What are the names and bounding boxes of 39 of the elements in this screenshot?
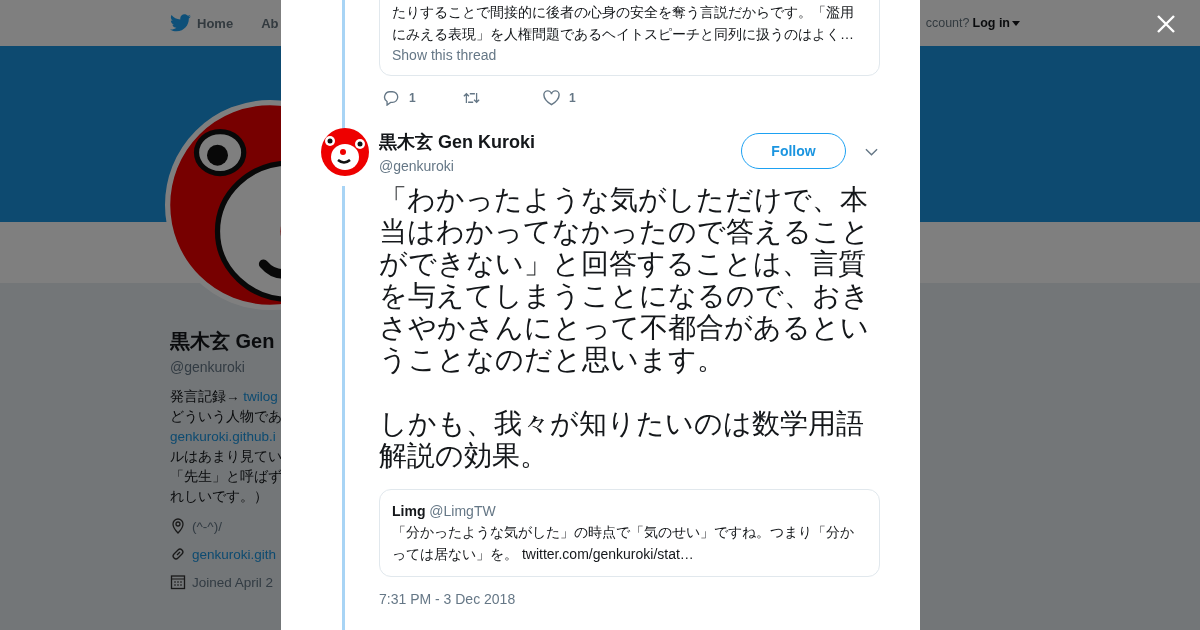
location-text: (^-^)/ xyxy=(192,518,222,534)
login-link[interactable]: Log in xyxy=(972,16,1020,30)
author-handle[interactable]: @genkuroki xyxy=(379,158,741,174)
close-button[interactable] xyxy=(1156,14,1176,34)
login-prompt: ccount? xyxy=(925,16,970,30)
quoted-tweet-card[interactable]: Limg @LimgTW 「分かったような気がした」の時点で「気のせい」ですね。つまり「分かっては居ない」を。 twitter.com/genkuroki/stat… xyxy=(379,489,880,577)
like-count: 1 xyxy=(569,91,576,105)
close-icon xyxy=(1156,14,1176,34)
bio-text: ルはあまり見てい xyxy=(170,449,282,464)
quoted-author-name: Limg xyxy=(392,503,426,519)
chevron-down-icon[interactable] xyxy=(865,148,878,156)
follow-button[interactable]: Follow xyxy=(741,133,846,169)
calendar-icon xyxy=(170,574,186,590)
bird-icon xyxy=(170,14,191,32)
caret-icon xyxy=(1012,20,1020,26)
quoted-tweet-text: 「分かったような気がした」の時点で「気のせい」ですね。つまり「分かっては居ない」を。 twitter.com/genkuroki/stat… xyxy=(392,523,855,564)
quoted-tweet-text: たりすることで間接的に後者の心身の安全を奪う言説だからです。「濫用にみえる表現」を人権問題であるヘイトスピーチと同列に扱うのはよく… xyxy=(392,3,855,44)
home-link[interactable]: Home xyxy=(170,14,234,32)
joined-date: Joined April 2 xyxy=(192,574,274,590)
profile-name: 黒木玄 Gen xyxy=(170,329,276,354)
bio-text: どういう人物であ xyxy=(170,409,282,424)
reply-icon[interactable] xyxy=(383,90,400,106)
nav-link[interactable]: Ab xyxy=(261,14,279,32)
quoted-author-handle: @LimgTW xyxy=(429,503,496,519)
retweet-icon[interactable] xyxy=(463,90,480,106)
quoted-tweet-card[interactable]: たりすることで間接的に後者の心身の安全を奪う言説だからです。「濫用にみえる表現」を人権問題であるヘイトスピーチと同列に扱うのはよく… Show this thread xyxy=(379,0,880,76)
bio-text: れしいです。） xyxy=(170,489,268,504)
location-pin-icon xyxy=(170,518,186,534)
link-icon xyxy=(170,546,186,562)
reply-count: 1 xyxy=(409,91,416,105)
tweet-text: しかも、我々が知りたいのは数学用語解説の効果。 xyxy=(379,408,865,472)
author-name[interactable]: 黒木玄 Gen Kuroki xyxy=(379,130,741,154)
show-thread-link[interactable]: Show this thread xyxy=(392,47,867,63)
profile-handle: @genkuroki xyxy=(170,359,246,375)
bio-text: 発言記録→ xyxy=(170,389,241,404)
tweet-timestamp[interactable]: 7:31 PM - 3 Dec 2018 xyxy=(379,591,880,607)
bio-text: 「先生」と呼ばず xyxy=(170,469,282,484)
tweet-text: 「わかったような気がしただけで、本当はわかってなかったので答えることができない」と回答することは、言質を与えてしまうことになるので、おきさやかさんにとって不都合があるということなのだと思います。 xyxy=(379,184,871,376)
heart-icon[interactable] xyxy=(543,90,560,106)
